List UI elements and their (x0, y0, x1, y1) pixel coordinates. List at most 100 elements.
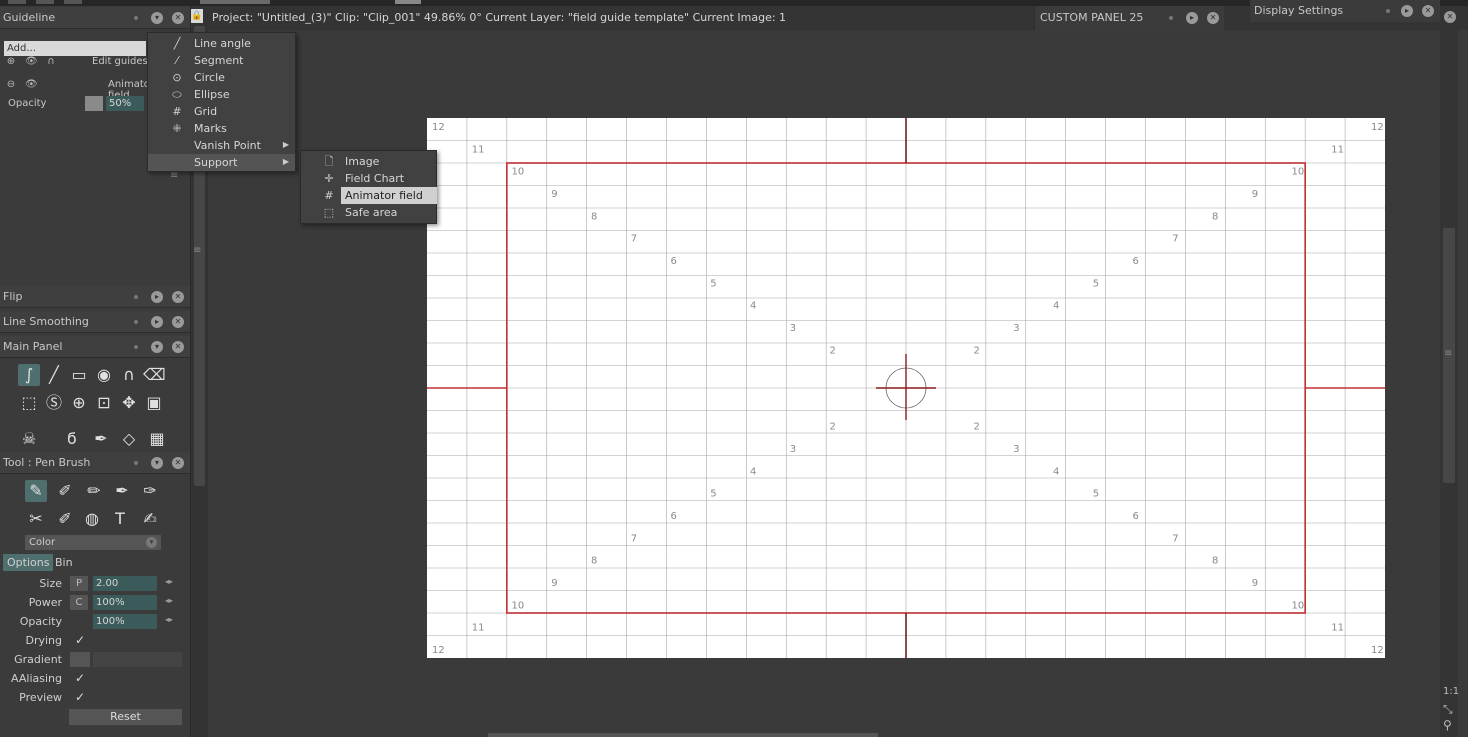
size-field[interactable]: 2.00 (93, 576, 157, 591)
expand-icon[interactable]: ▸ (151, 316, 163, 328)
splitter-grip[interactable]: ≡ (1444, 349, 1452, 359)
guide-row-animator[interactable]: ⊖ 👁 Animator field (0, 75, 154, 101)
main-panel-header[interactable]: Main Panel ▾ ✕ (0, 336, 190, 358)
size-pressure-toggle[interactable]: P (70, 576, 88, 591)
close-icon[interactable]: ✕ (172, 316, 184, 328)
color-dropdown[interactable]: Color ▾ (25, 535, 161, 550)
pen-brush-icon[interactable]: ✎ (25, 480, 47, 502)
menu-item-field-chart[interactable]: ✛ Field Chart (301, 170, 436, 187)
magnet-icon[interactable]: ∩ (45, 56, 57, 68)
move-tool-icon[interactable]: ✥ (118, 392, 140, 414)
power-field[interactable]: 100% (93, 595, 157, 610)
display-settings-header[interactable]: Display Settings ▸ ✕ (1250, 0, 1440, 22)
fit-view-icon[interactable]: ⤡ (1443, 702, 1453, 717)
zoom-tool-icon[interactable]: ⊕ (68, 392, 90, 414)
menu-item-segment[interactable]: ⁄ Segment (148, 52, 295, 69)
smudge-brush-icon[interactable]: ✐ (54, 508, 76, 530)
eye-icon[interactable]: 👁 (25, 56, 38, 68)
nib-tool-icon[interactable]: ✒ (90, 428, 112, 450)
lasso-select-icon[interactable]: ⬚ (18, 392, 40, 414)
marker-brush-icon[interactable]: ✏ (83, 480, 105, 502)
menu-item-animator-field[interactable]: # Animator field (301, 187, 436, 204)
collapse-icon[interactable]: ▾ (151, 341, 163, 353)
texture-tool-icon[interactable]: ▦ (146, 428, 168, 450)
tab-options[interactable]: Options (3, 554, 54, 571)
window-close-icon[interactable]: ✕ (1444, 11, 1456, 23)
curve-tool-icon[interactable]: ∩ (118, 364, 140, 386)
field-number: 9 (551, 189, 557, 200)
pen-tool-icon[interactable]: ∫ (18, 364, 40, 386)
menu-item-grid[interactable]: # Grid (148, 103, 295, 120)
guide-row-edit[interactable]: ⊕ 👁 ∩ Edit guides (0, 52, 150, 72)
power-stepper-icon[interactable]: ◂▸ (165, 596, 173, 605)
gradient-bar[interactable] (93, 652, 182, 667)
eye-icon[interactable]: 👁 (25, 79, 38, 91)
eraser-tool-icon[interactable]: ⌫ (143, 364, 166, 386)
camera-tool-icon[interactable]: ▣ (143, 392, 165, 414)
resize-grip[interactable]: ≡ (170, 171, 178, 181)
expand-icon[interactable]: ▸ (151, 291, 163, 303)
cut-brush-icon[interactable]: ✂ (25, 508, 47, 530)
aaliasing-checkbox[interactable]: ✓ (75, 671, 85, 685)
field-number: 7 (631, 533, 637, 544)
tool-panel-header[interactable]: Tool : Pen Brush ▾ ✕ (0, 452, 190, 474)
airbrush-icon[interactable]: ✑ (139, 480, 161, 502)
close-icon[interactable]: ✕ (1422, 5, 1434, 17)
power-pressure-toggle[interactable]: C (70, 595, 88, 610)
menu-item-ellipse[interactable]: ⬭ Ellipse (148, 86, 295, 103)
tool-opacity-field[interactable]: 100% (93, 614, 157, 629)
menu-item-vanish-point[interactable]: Vanish Point ▶ (148, 137, 295, 154)
pencil-brush-icon[interactable]: ✐ (54, 480, 76, 502)
custom-panel-header[interactable]: CUSTOM PANEL 25 ▸ ✕ (1034, 6, 1224, 30)
line-tool-icon[interactable]: ╱ (43, 364, 65, 386)
close-icon[interactable]: ✕ (172, 12, 184, 24)
stamp-brush-icon[interactable]: ✍ (139, 508, 161, 530)
flip-panel-header[interactable]: Flip ▸ ✕ (0, 286, 190, 308)
opacity-stepper-icon[interactable]: ◂▸ (165, 615, 173, 624)
drawing-canvas[interactable]: 12 12 12 12 11 11 11 11 10 10 10 10 9 9 9 9 8 8 8 8 7 7 7 7 6 6 6 6… (427, 118, 1385, 658)
close-icon[interactable]: ✕ (172, 341, 184, 353)
menu-item-circle[interactable]: ⊙ Circle (148, 69, 295, 86)
menu-item-image[interactable]: 🗋 Image (301, 153, 436, 170)
rectangle-tool-icon[interactable]: ▭ (68, 364, 90, 386)
size-stepper-icon[interactable]: ◂▸ (165, 577, 173, 586)
ellipse-tool-icon[interactable]: ◉ (93, 364, 115, 386)
close-icon[interactable]: ✕ (172, 457, 184, 469)
collapse-icon[interactable]: ▾ (151, 457, 163, 469)
menu-item-marks[interactable]: ⁜ Marks (148, 120, 295, 137)
fill-drop-icon[interactable]: ◍ (81, 508, 103, 530)
swirl-tool-icon[interactable]: ϭ (61, 428, 83, 450)
close-icon[interactable]: ✕ (172, 291, 184, 303)
gradient-toggle[interactable] (70, 652, 90, 667)
add-icon[interactable]: ⊕ (5, 56, 17, 68)
paper-tool-icon[interactable]: ◇ (118, 428, 140, 450)
opacity-field[interactable]: 50% (106, 96, 144, 111)
text-tool-icon[interactable]: T (109, 508, 131, 530)
reset-button[interactable]: Reset (69, 709, 182, 725)
collapse-icon[interactable]: ▾ (151, 12, 163, 24)
ink-brush-icon[interactable]: ✒ (111, 480, 133, 502)
tab-bin[interactable]: Bin (51, 554, 77, 571)
skull-tool-icon[interactable]: ☠ (18, 428, 40, 450)
right-scrollbar[interactable]: ≡ (1440, 30, 1458, 737)
lock-icon[interactable]: 🔒 (191, 9, 203, 23)
bottom-scrollbar[interactable] (488, 733, 878, 737)
zoom-icon[interactable]: ⚲ (1443, 718, 1452, 732)
menu-item-support[interactable]: Support ▶ (148, 154, 295, 171)
zoom-one-to-one[interactable]: 1:1 (1443, 686, 1459, 697)
crop-tool-icon[interactable]: ⊡ (93, 392, 115, 414)
menu-item-label: Grid (194, 105, 218, 118)
opacity-swatch[interactable] (85, 96, 103, 111)
field-number: 7 (1172, 234, 1178, 245)
expand-icon[interactable]: ▸ (1401, 5, 1413, 17)
select-icon[interactable]: Ⓢ (43, 392, 65, 414)
remove-icon[interactable]: ⊖ (5, 79, 17, 91)
expand-icon[interactable]: ▸ (1186, 12, 1198, 24)
menu-item-line-angle[interactable]: ╱ Line angle (148, 35, 295, 52)
close-icon[interactable]: ✕ (1207, 12, 1219, 24)
line-smoothing-panel-header[interactable]: Line Smoothing ▸ ✕ (0, 311, 190, 333)
menu-item-safe-area[interactable]: ⬚ Safe area (301, 204, 436, 221)
splitter-grip[interactable]: ≡ (193, 246, 201, 256)
preview-checkbox[interactable]: ✓ (75, 690, 85, 704)
drying-checkbox[interactable]: ✓ (75, 633, 85, 647)
